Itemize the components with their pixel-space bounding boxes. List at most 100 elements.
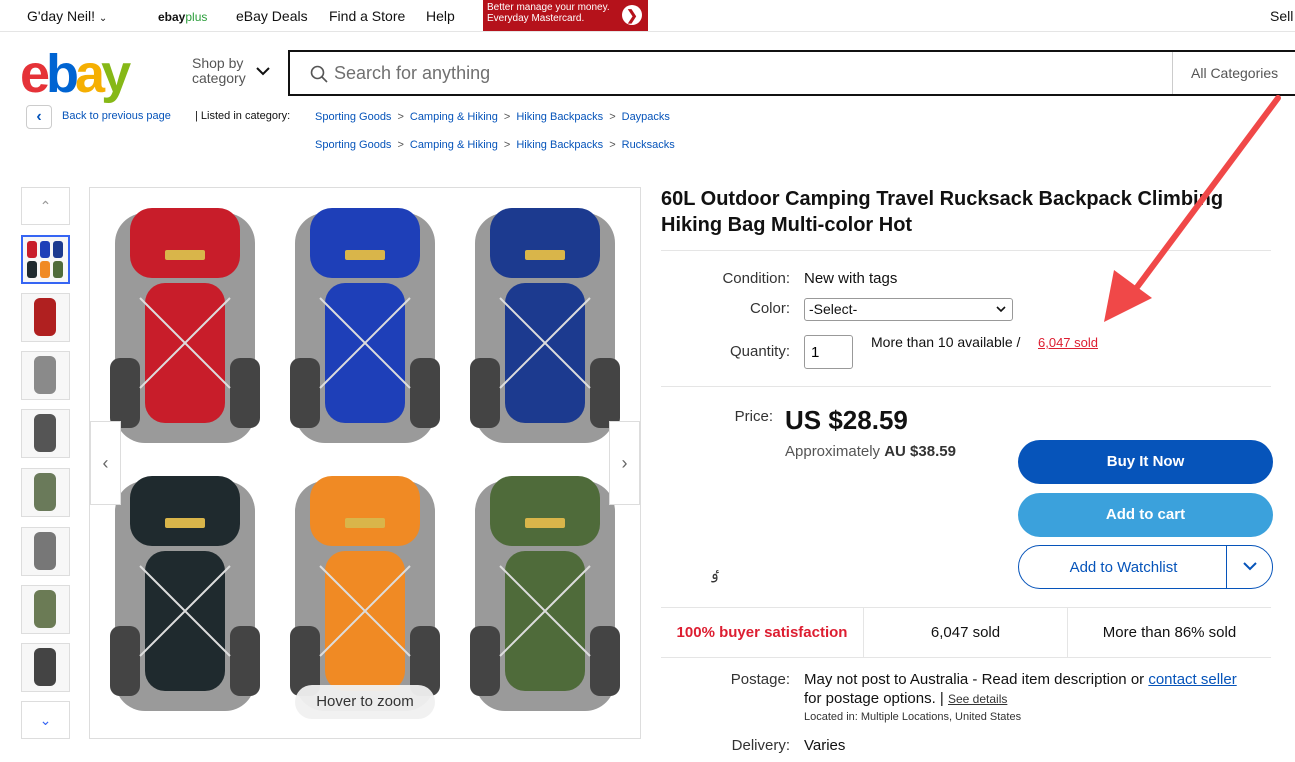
backpacks-image [110,208,620,711]
thumbnail-scroll-up-button[interactable]: ⌃ [21,187,70,225]
shop-by-category-button[interactable]: Shop by category [192,55,270,86]
thumbnail-8[interactable] [21,643,70,692]
breadcrumb-item[interactable]: Hiking Backpacks [516,111,603,123]
color-select[interactable]: -Select- [804,298,1013,321]
ebay-logo[interactable]: ebay [20,44,131,104]
ebayplus-plus: plus [185,10,208,24]
shop-by-line1: Shop by [192,55,244,71]
bank-logo-icon: ❯ [622,5,642,25]
approx-value: AU $38.59 [884,443,956,460]
chevron-down-icon [256,67,270,76]
breadcrumb-item[interactable]: Rucksacks [622,139,675,151]
search-input[interactable] [334,62,1154,84]
logo-letter-a: a [75,44,105,104]
chevron-left-icon: ‹ [36,108,42,125]
approx-price: Approximately AU $38.59 [785,443,956,460]
thumbnail-scroll-down-button[interactable]: ⌄ [21,701,70,739]
breadcrumb-item[interactable]: Daypacks [622,111,670,123]
next-image-button[interactable]: › [609,421,640,505]
flame-icon: ٶ [710,566,719,583]
thumbnail-image [34,356,56,394]
condition-value: New with tags [804,270,898,287]
back-to-previous-link[interactable]: Back to previous page [62,110,171,122]
breadcrumb-item[interactable]: Sporting Goods [315,111,391,123]
breadcrumb-item[interactable]: Sporting Goods [315,139,391,151]
backpack-4 [110,476,260,711]
chevron-left-icon: ‹ [102,453,109,473]
thumbnail-image [34,473,56,511]
add-to-cart-button[interactable]: Add to cart [1018,493,1273,537]
item-stats-bar: 100% buyer satisfaction 6,047 sold More … [661,607,1271,658]
thumbnail-4[interactable] [21,409,70,458]
thumbnail-image [34,648,56,686]
ebay-deals-link[interactable]: eBay Deals [236,8,308,24]
chevron-up-icon: ⌃ [39,198,52,214]
greeting-text: G'day Neil! [27,8,96,24]
delivery-value: Varies [804,737,846,754]
thumbnail-2[interactable] [21,293,70,342]
ebayplus-ebay: ebay [158,10,186,24]
annotation-arrow [1104,95,1281,322]
thumbnail-7[interactable] [21,585,70,634]
breadcrumb-path-2: Sporting Goods > Camping & Hiking > Hiking B… [315,139,675,151]
color-select-value: -Select- [809,301,858,317]
thumbnail-image [34,414,56,452]
postage-text-2: for postage options. | [804,690,944,707]
price-label: Price: [734,408,773,425]
quantity-input[interactable] [804,335,853,369]
price-value: US $28.59 [785,405,908,435]
backpack-6 [470,476,620,711]
quantity-label: Quantity: [729,343,790,360]
buyer-satisfaction-stat: 100% buyer satisfaction [661,608,864,658]
find-store-link[interactable]: Find a Store [329,8,405,24]
main-product-image[interactable]: ‹ › Hover to zoom [89,187,641,739]
listed-in-label: | Listed in category: [195,110,291,122]
add-to-watchlist-button[interactable]: Add to Watchlist [1018,545,1273,589]
sold-stat: 6,047 sold [864,608,1068,658]
logo-letter-y: y [101,44,131,104]
divider [661,386,1271,387]
postage-info: May not post to Australia - Read item de… [804,670,1274,709]
backpack-3 [470,208,620,443]
shop-by-line2: category [192,70,246,86]
ebay-plus-link[interactable]: ebayplus [158,10,207,24]
sell-link[interactable]: Sell [1270,8,1293,24]
thumbnail-5[interactable] [21,468,70,517]
thumbnail-1[interactable] [21,235,70,284]
breadcrumb-item[interactable]: Hiking Backpacks [516,139,603,151]
thumbnail-6[interactable] [21,527,70,576]
logo-letter-e: e [20,44,50,104]
help-link[interactable]: Help [426,8,455,24]
contact-seller-link[interactable]: contact seller [1148,671,1236,688]
chevron-down-icon: ⌄ [39,712,52,728]
watchlist-dropdown-button[interactable] [1226,546,1272,588]
thumbnail-image [34,532,56,570]
thumbnail-3[interactable] [21,351,70,400]
postage-label: Postage: [730,671,790,688]
greeting-menu[interactable]: G'day Neil! ⌄ [27,8,107,24]
see-details-link[interactable]: See details [948,692,1007,706]
color-label: Color: [749,300,790,317]
located-in-label: Located in: [804,711,858,723]
watchlist-label: Add to Watchlist [1069,559,1178,576]
back-button[interactable]: ‹ [26,105,52,129]
breadcrumb-item[interactable]: Camping & Hiking [410,139,498,151]
breadcrumb-path-1: Sporting Goods > Camping & Hiking > Hiking B… [315,111,670,123]
ad-line1: Better manage your money. [487,2,610,13]
chevron-down-icon [996,306,1006,313]
location-info: Located in: Multiple Locations, United S… [804,711,1021,723]
hover-to-zoom-badge: Hover to zoom [295,685,435,719]
breadcrumb-item[interactable]: Camping & Hiking [410,111,498,123]
all-categories-select[interactable]: All Categories [1172,52,1295,94]
availability-text: More than 10 available / [871,334,1021,350]
backpack-5 [290,476,440,711]
ad-line2: Everyday Mastercard. [487,13,585,24]
previous-image-button[interactable]: ‹ [90,421,121,505]
chevron-down-icon [1242,562,1257,571]
backpack-1 [110,208,260,443]
mastercard-ad-banner[interactable]: Better manage your money. Everyday Maste… [483,0,648,31]
delivery-label: Delivery: [731,737,790,754]
sold-count-link[interactable]: 6,047 sold [1038,335,1098,350]
top-bar: G'day Neil! ⌄ ebayplus eBay Deals Find a… [0,0,1295,32]
buy-it-now-button[interactable]: Buy It Now [1018,440,1273,484]
